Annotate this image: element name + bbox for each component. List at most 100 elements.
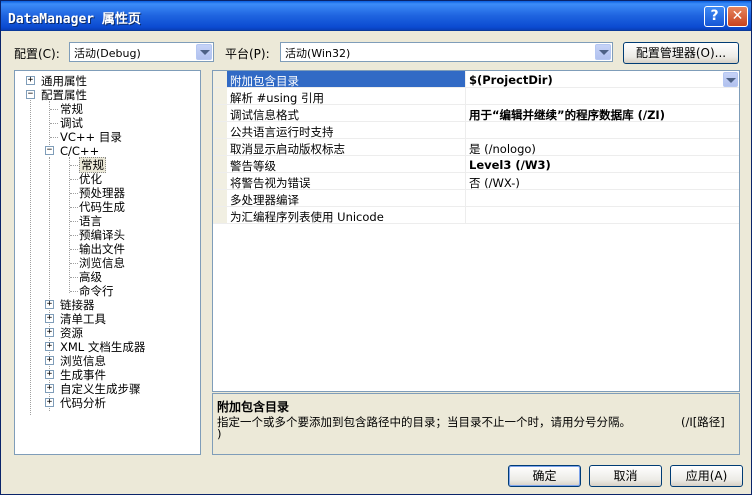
column-separator bbox=[465, 173, 466, 190]
config-combo[interactable]: 活动(Debug) bbox=[69, 42, 214, 62]
tree-item-cpp-general[interactable]: 常规 bbox=[79, 157, 106, 173]
tree-item-config-props[interactable]: 配置属性 bbox=[41, 88, 87, 102]
tree-line bbox=[70, 277, 78, 278]
tree-item-browse-info[interactable]: 浏览信息 bbox=[79, 256, 125, 270]
expander-xml-doc[interactable]: + bbox=[45, 342, 54, 351]
property-name: 解析 #using 引用 bbox=[230, 91, 325, 105]
value-dropdown-arrow[interactable] bbox=[723, 72, 738, 87]
config-manager-button[interactable]: 配置管理器(O)... bbox=[623, 42, 739, 64]
column-separator bbox=[465, 122, 466, 139]
tree-item-preprocessor[interactable]: 预处理器 bbox=[79, 186, 125, 200]
config-label: 配置(C): bbox=[14, 47, 60, 61]
column-separator bbox=[465, 156, 466, 173]
chevron-down-icon bbox=[200, 50, 210, 55]
tree-item-advanced[interactable]: 高级 bbox=[79, 270, 102, 284]
tree-item-vc-directories[interactable]: VC++ 目录 bbox=[60, 130, 122, 144]
column-separator bbox=[465, 190, 466, 207]
tree-line bbox=[69, 157, 70, 293]
tree-line bbox=[70, 263, 78, 264]
platform-label: 平台(P): bbox=[225, 47, 270, 61]
property-row[interactable]: 为汇编程序列表使用 Unicode bbox=[213, 207, 739, 224]
config-value: 活动(Debug) bbox=[74, 47, 141, 60]
tree-line bbox=[30, 95, 31, 415]
tree-item-general-props[interactable]: 通用属性 bbox=[41, 74, 87, 88]
expander-cpp[interactable]: − bbox=[45, 146, 54, 155]
tree-item-custom-build[interactable]: 自定义生成步骤 bbox=[60, 382, 141, 396]
close-button[interactable]: ✕ bbox=[727, 6, 748, 27]
tree-item-label: 常规 bbox=[79, 157, 106, 173]
tree-line bbox=[70, 193, 78, 194]
column-separator bbox=[465, 139, 466, 156]
expander-linker[interactable]: + bbox=[45, 300, 54, 309]
property-row[interactable]: 警告等级 Level3 (/W3) bbox=[213, 156, 739, 173]
property-name: 调试信息格式 bbox=[230, 108, 299, 122]
description-switch: (/I[路径] bbox=[681, 415, 725, 429]
chevron-down-icon bbox=[599, 50, 609, 55]
ok-button[interactable]: 确定 bbox=[508, 465, 581, 487]
property-row[interactable]: 取消显示启动版权标志 是 (/nologo) bbox=[213, 139, 739, 156]
property-value[interactable]: Level3 (/W3) bbox=[469, 158, 551, 172]
property-row[interactable]: 多处理器编译 bbox=[213, 190, 739, 207]
config-dropdown-arrow[interactable] bbox=[196, 44, 212, 60]
description-text-continued: ) bbox=[217, 427, 222, 441]
tree-item-cpp[interactable]: C/C++ bbox=[60, 144, 99, 158]
column-separator bbox=[465, 88, 466, 105]
tree-item-optimization[interactable]: 优化 bbox=[79, 172, 102, 186]
expander-general-props[interactable]: + bbox=[26, 76, 35, 85]
tree-item-build-events[interactable]: 生成事件 bbox=[60, 368, 106, 382]
tree-item-output-files[interactable]: 输出文件 bbox=[79, 242, 125, 256]
expander-custom-build[interactable]: + bbox=[45, 384, 54, 393]
property-value[interactable]: 是 (/nologo) bbox=[469, 141, 536, 157]
tree-line bbox=[70, 207, 78, 208]
tree-item-manifest-tool[interactable]: 清单工具 bbox=[60, 312, 106, 326]
property-value-input[interactable]: $(ProjectDir) bbox=[469, 73, 553, 87]
help-button[interactable]: ? bbox=[704, 6, 725, 27]
property-tree[interactable]: + 通用属性 − 配置属性 常规 调试 VC++ 目录 − C/C++ 常规 优… bbox=[14, 70, 201, 455]
title-bar[interactable]: DataManager 属性页 ? ✕ bbox=[1, 1, 751, 31]
column-separator bbox=[465, 71, 466, 88]
property-name: 警告等级 bbox=[230, 159, 276, 173]
tree-item-resources[interactable]: 资源 bbox=[60, 326, 83, 340]
tree-item-code-generation[interactable]: 代码生成 bbox=[79, 200, 125, 214]
cancel-button[interactable]: 取消 bbox=[589, 465, 662, 487]
tree-item-precompiled-headers[interactable]: 预编译头 bbox=[79, 228, 125, 242]
tree-item-code-analysis[interactable]: 代码分析 bbox=[60, 396, 106, 410]
property-grid[interactable]: 附加包含目录 $(ProjectDir) 解析 #using 引用 调试信息格式… bbox=[212, 70, 740, 392]
property-row[interactable]: 调试信息格式 用于“编辑并继续”的程序数据库 (/ZI) bbox=[213, 105, 739, 122]
property-name: 公共语言运行时支持 bbox=[230, 125, 334, 139]
tree-line bbox=[50, 123, 58, 124]
property-value[interactable]: 否 (/WX-) bbox=[469, 175, 520, 191]
tree-item-linker[interactable]: 链接器 bbox=[60, 298, 95, 312]
expander-code-analysis[interactable]: + bbox=[45, 398, 54, 407]
property-name: 为汇编程序列表使用 Unicode bbox=[230, 210, 384, 224]
apply-button[interactable]: 应用(A) bbox=[670, 465, 743, 487]
expander-browse-info[interactable]: + bbox=[45, 356, 54, 365]
tree-line bbox=[70, 249, 78, 250]
expander-config-props[interactable]: − bbox=[26, 90, 35, 99]
column-separator bbox=[465, 105, 466, 122]
property-row[interactable]: 解析 #using 引用 bbox=[213, 88, 739, 105]
tree-item-language[interactable]: 语言 bbox=[79, 214, 102, 228]
property-row[interactable]: 将警告视为错误 否 (/WX-) bbox=[213, 173, 739, 190]
tree-item-general[interactable]: 常规 bbox=[60, 102, 83, 116]
property-value[interactable]: 用于“编辑并继续”的程序数据库 (/ZI) bbox=[469, 107, 665, 123]
property-row[interactable]: 附加包含目录 $(ProjectDir) bbox=[213, 71, 739, 88]
tree-item-browse-info-root[interactable]: 浏览信息 bbox=[60, 354, 106, 368]
tree-line bbox=[70, 165, 78, 166]
tree-line bbox=[50, 137, 58, 138]
property-name: 附加包含目录 bbox=[230, 74, 299, 88]
expander-resources[interactable]: + bbox=[45, 328, 54, 337]
platform-dropdown-arrow[interactable] bbox=[595, 44, 611, 60]
expander-build-events[interactable]: + bbox=[45, 370, 54, 379]
description-text: 指定一个或多个要添加到包含路径中的目录；当目录不止一个时，请用分号分隔。 bbox=[217, 415, 631, 429]
tree-item-xml-doc[interactable]: XML 文档生成器 bbox=[60, 340, 145, 354]
property-row[interactable]: 公共语言运行时支持 bbox=[213, 122, 739, 139]
tree-item-command-line[interactable]: 命令行 bbox=[79, 284, 114, 298]
tree-line bbox=[50, 109, 58, 110]
platform-value: 活动(Win32) bbox=[285, 47, 351, 60]
tree-line bbox=[70, 291, 78, 292]
tree-item-debugging[interactable]: 调试 bbox=[60, 116, 83, 130]
column-separator bbox=[465, 207, 466, 224]
platform-combo[interactable]: 活动(Win32) bbox=[280, 42, 613, 62]
expander-manifest-tool[interactable]: + bbox=[45, 314, 54, 323]
